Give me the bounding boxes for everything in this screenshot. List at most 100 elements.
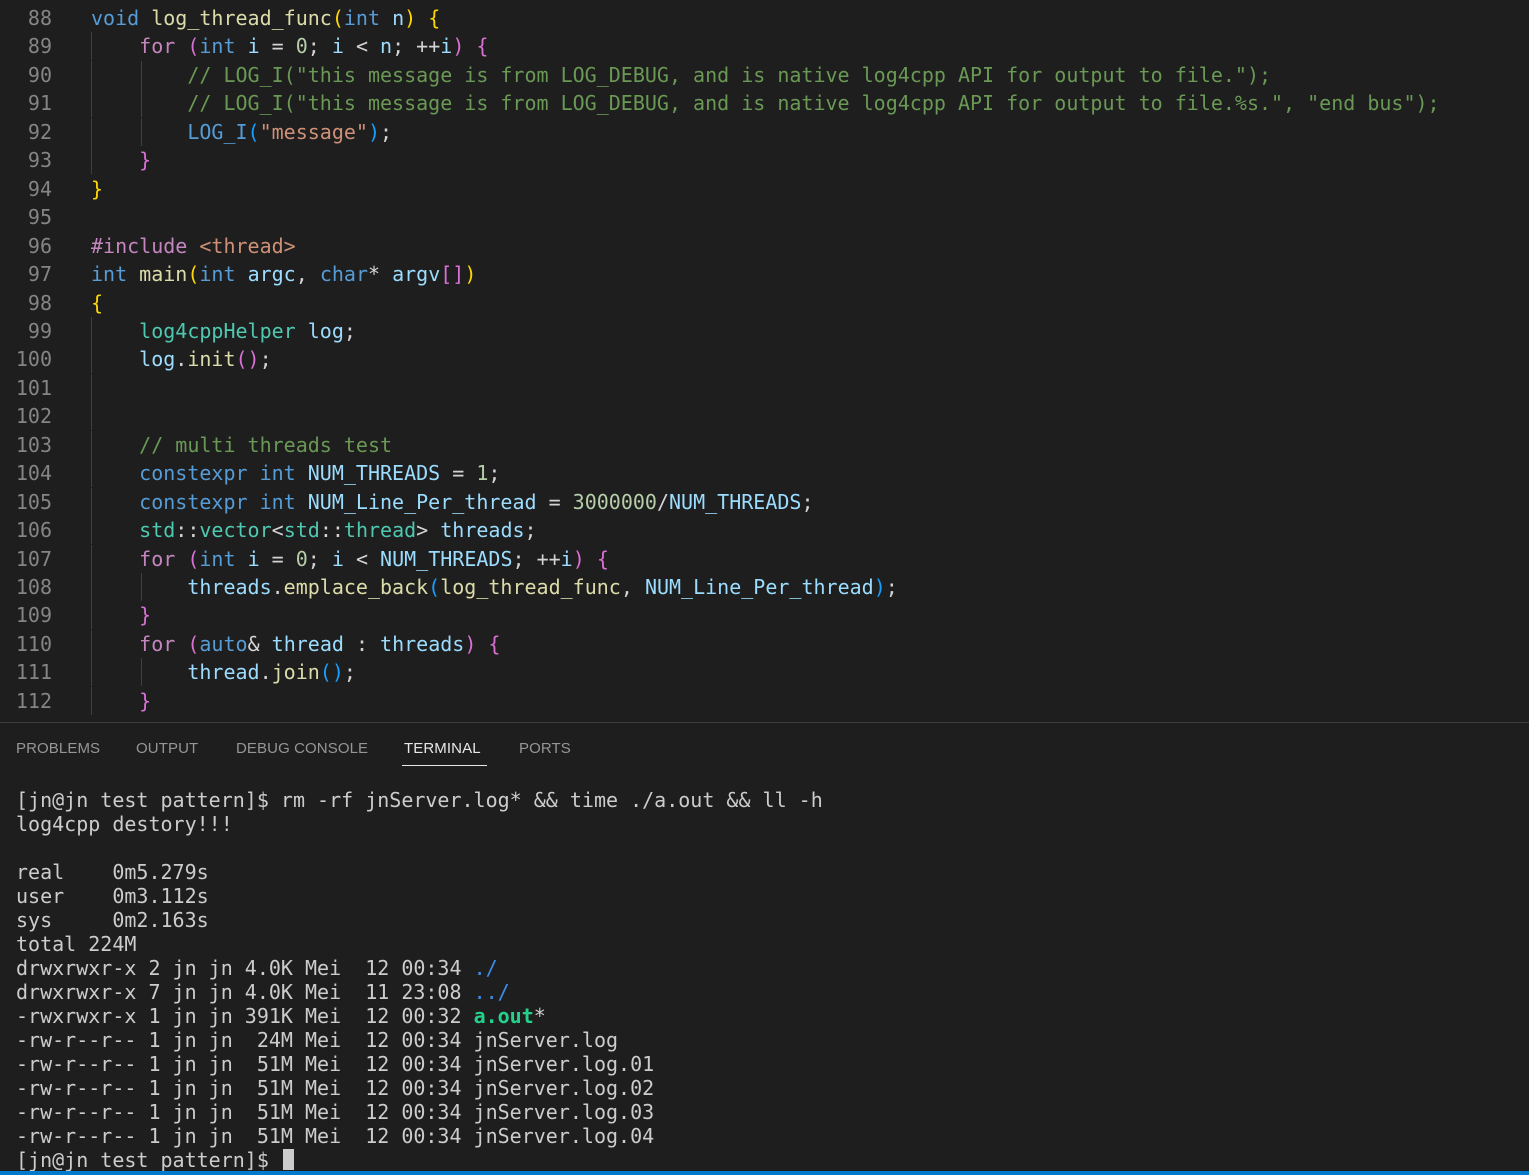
tab-terminal[interactable]: TERMINAL [404, 740, 481, 757]
code-line[interactable]: 107 for (int i = 0; i < NUM_THREADS; ++i… [0, 544, 1529, 573]
bracket: ) [404, 6, 417, 30]
punctuation [91, 603, 139, 627]
code-line[interactable]: 111 thread.join(); [0, 658, 1529, 687]
terminal-line: total 224M [16, 932, 1516, 956]
code-line[interactable]: 104 constexpr int NUM_THREADS = 1; [0, 459, 1529, 488]
punctuation [248, 461, 260, 485]
code-line[interactable]: 95 [0, 203, 1529, 231]
punctuation: ; [488, 461, 501, 486]
line-number: 95 [27, 205, 52, 230]
bracket: ( [187, 631, 200, 656]
bracket: } [139, 603, 152, 628]
terminal-line: drwxrwxr-x 7 jn jn 4.0K Mei 11 23:08 ../ [16, 980, 1516, 1004]
code-line[interactable]: 102 [0, 402, 1529, 431]
punctuation: ; [307, 546, 332, 571]
code-line[interactable]: 106 std::vector<std::thread> threads; [0, 516, 1529, 545]
identifier: NUM_THREADS [380, 546, 513, 571]
bracket: () [235, 347, 260, 372]
code-text: log.init(); [91, 345, 271, 373]
punctuation [91, 632, 139, 656]
keyword: LOG_I [187, 119, 248, 144]
code-line[interactable]: 110 for (auto& thread : threads) { [0, 629, 1529, 658]
identifier: i [247, 546, 260, 571]
punctuation [464, 34, 476, 58]
code-line[interactable]: 90 // LOG_I("this message is from LOG_DE… [0, 60, 1529, 89]
punctuation [248, 490, 260, 514]
code-line[interactable]: 92 LOG_I("message"); [0, 117, 1529, 146]
bracket: } [139, 688, 152, 713]
line-number: 88 [27, 6, 52, 30]
code-line[interactable]: 100 log.init(); [0, 345, 1529, 374]
tab-ports[interactable]: PORTS [519, 740, 571, 757]
identifier: thread [271, 631, 344, 656]
bracket: ) [367, 119, 381, 144]
line-number: 104 [15, 461, 52, 486]
punctuation [476, 632, 488, 656]
punctuation [139, 6, 151, 30]
punctuation: , [295, 262, 320, 287]
string-literal: <thread> [199, 233, 296, 258]
terminal-line: -rw-r--r-- 1 jn jn 51M Mei 12 00:34 jnSe… [16, 1100, 1516, 1124]
code-text: { [91, 289, 103, 317]
code-editor[interactable]: 88 void log_thread_func(int n) {89 for (i… [0, 0, 1529, 722]
comment: // multi threads test [139, 432, 393, 457]
punctuation [91, 63, 187, 87]
terminal-text: [jn@jn test pattern]$ rm -rf jnServer.lo… [16, 788, 823, 812]
code-line[interactable]: 89 for (int i = 0; i < n; ++i) { [0, 32, 1529, 61]
code-line[interactable]: 99 log4cppHelper log; [0, 316, 1529, 345]
bracket: ) [464, 631, 477, 656]
code-text: // LOG_I("this message is from LOG_DEBUG… [91, 61, 1271, 89]
code-line[interactable]: 97 int main(int argc, char* argv[]) [0, 260, 1529, 288]
terminal-text: * [533, 1004, 546, 1028]
terminal-line: -rw-r--r-- 1 jn jn 51M Mei 12 00:34 jnSe… [16, 1076, 1516, 1100]
tab-output[interactable]: OUTPUT [136, 740, 198, 757]
punctuation: ; [343, 318, 356, 343]
punctuation [296, 319, 308, 343]
terminal-prompt-line[interactable]: [jn@jn test pattern]$ [16, 1148, 1516, 1172]
code-text: for (auto& thread : threads) { [91, 630, 500, 658]
code-line[interactable]: 94} [0, 175, 1529, 203]
code-text: // LOG_I("this message is from LOG_DEBUG… [91, 89, 1439, 117]
code-line[interactable]: 105 constexpr int NUM_Line_Per_thread = … [0, 487, 1529, 516]
terminal-output[interactable]: [jn@jn test pattern]$ rm -rf jnServer.lo… [16, 788, 1516, 1172]
code-line[interactable]: 93 } [0, 146, 1529, 175]
code-text: std::vector<std::thread> threads; [91, 516, 536, 544]
terminal-text: log4cpp destory!!! [16, 812, 233, 836]
identifier: argv [392, 262, 441, 287]
code-line[interactable]: 91 // LOG_I("this message is from LOG_DE… [0, 89, 1529, 118]
keyword: int [259, 489, 296, 514]
code-line[interactable]: 98 { [0, 289, 1529, 317]
keyword: constexpr [139, 489, 248, 514]
code-line[interactable]: 112 } [0, 686, 1529, 715]
punctuation: ; [307, 34, 332, 59]
bracket: ) [452, 34, 465, 59]
bracket: ( [247, 119, 260, 144]
code-text: for (int i = 0; i < NUM_THREADS; ++i) { [91, 545, 609, 573]
tab-problems[interactable]: PROBLEMS [16, 740, 100, 757]
code-line[interactable]: 88 void log_thread_func(int n) { [0, 4, 1529, 32]
bracket: { [428, 6, 441, 30]
tab-debug-console[interactable]: DEBUG CONSOLE [236, 740, 368, 757]
code-line[interactable]: 108 threads.emplace_back(log_thread_func… [0, 573, 1529, 601]
code-text: constexpr int NUM_THREADS = 1; [91, 459, 500, 487]
identifier: NUM_THREADS [307, 461, 441, 486]
directory-entry: ../ [473, 980, 510, 1004]
punctuation [91, 34, 139, 58]
keyword: auto [199, 631, 248, 656]
punctuation [91, 490, 139, 514]
terminal-text: -rwxrwxr-x 1 jn jn 391K Mei 12 00:32 [16, 1004, 474, 1028]
terminal-line: -rw-r--r-- 1 jn jn 51M Mei 12 00:34 jnSe… [16, 1124, 1516, 1148]
code-line[interactable]: 109 } [0, 601, 1529, 630]
code-text: thread.join(); [91, 658, 356, 686]
punctuation: : [343, 631, 381, 656]
punctuation [91, 518, 139, 542]
line-number: 110 [15, 631, 52, 656]
terminal-line: -rw-r--r-- 1 jn jn 24M Mei 12 00:34 jnSe… [16, 1028, 1516, 1052]
code-line[interactable]: 101 [0, 373, 1529, 402]
identifier: i [331, 546, 344, 571]
line-number: 92 [27, 119, 52, 144]
directory-entry: ./ [473, 956, 498, 980]
code-line[interactable]: 103 // multi threads test [0, 430, 1529, 459]
punctuation [91, 689, 139, 713]
code-line[interactable]: 96 #include <thread> [0, 232, 1529, 260]
